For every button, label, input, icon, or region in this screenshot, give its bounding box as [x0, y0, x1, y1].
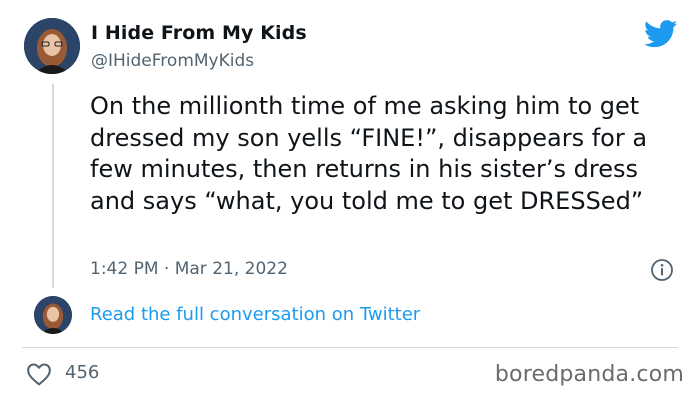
- tweet-time[interactable]: 1:42 PM: [90, 259, 159, 279]
- tweet-text: On the millionth time of me asking him t…: [90, 92, 648, 215]
- tweet-date[interactable]: Mar 21, 2022: [175, 259, 288, 279]
- thread-author-avatar[interactable]: [34, 296, 72, 334]
- watermark: boredpanda.com: [494, 362, 684, 387]
- author-handle[interactable]: @IHideFromMyKids: [91, 51, 254, 71]
- info-icon[interactable]: [650, 258, 674, 282]
- author-display-name[interactable]: I Hide From My Kids: [91, 22, 307, 44]
- twitter-bird-icon[interactable]: [644, 20, 678, 48]
- meta-separator: ·: [163, 259, 170, 279]
- heart-icon[interactable]: [26, 362, 52, 386]
- divider: [22, 347, 678, 348]
- tweet-meta: 1:42 PM · Mar 21, 2022: [90, 259, 288, 279]
- like-count: 456: [65, 362, 100, 383]
- thread-line: [52, 84, 54, 288]
- read-conversation-link[interactable]: Read the full conversation on Twitter: [90, 304, 420, 325]
- author-avatar[interactable]: [24, 18, 80, 74]
- avatar-portrait-small: [34, 296, 72, 334]
- avatar-portrait: [24, 18, 80, 74]
